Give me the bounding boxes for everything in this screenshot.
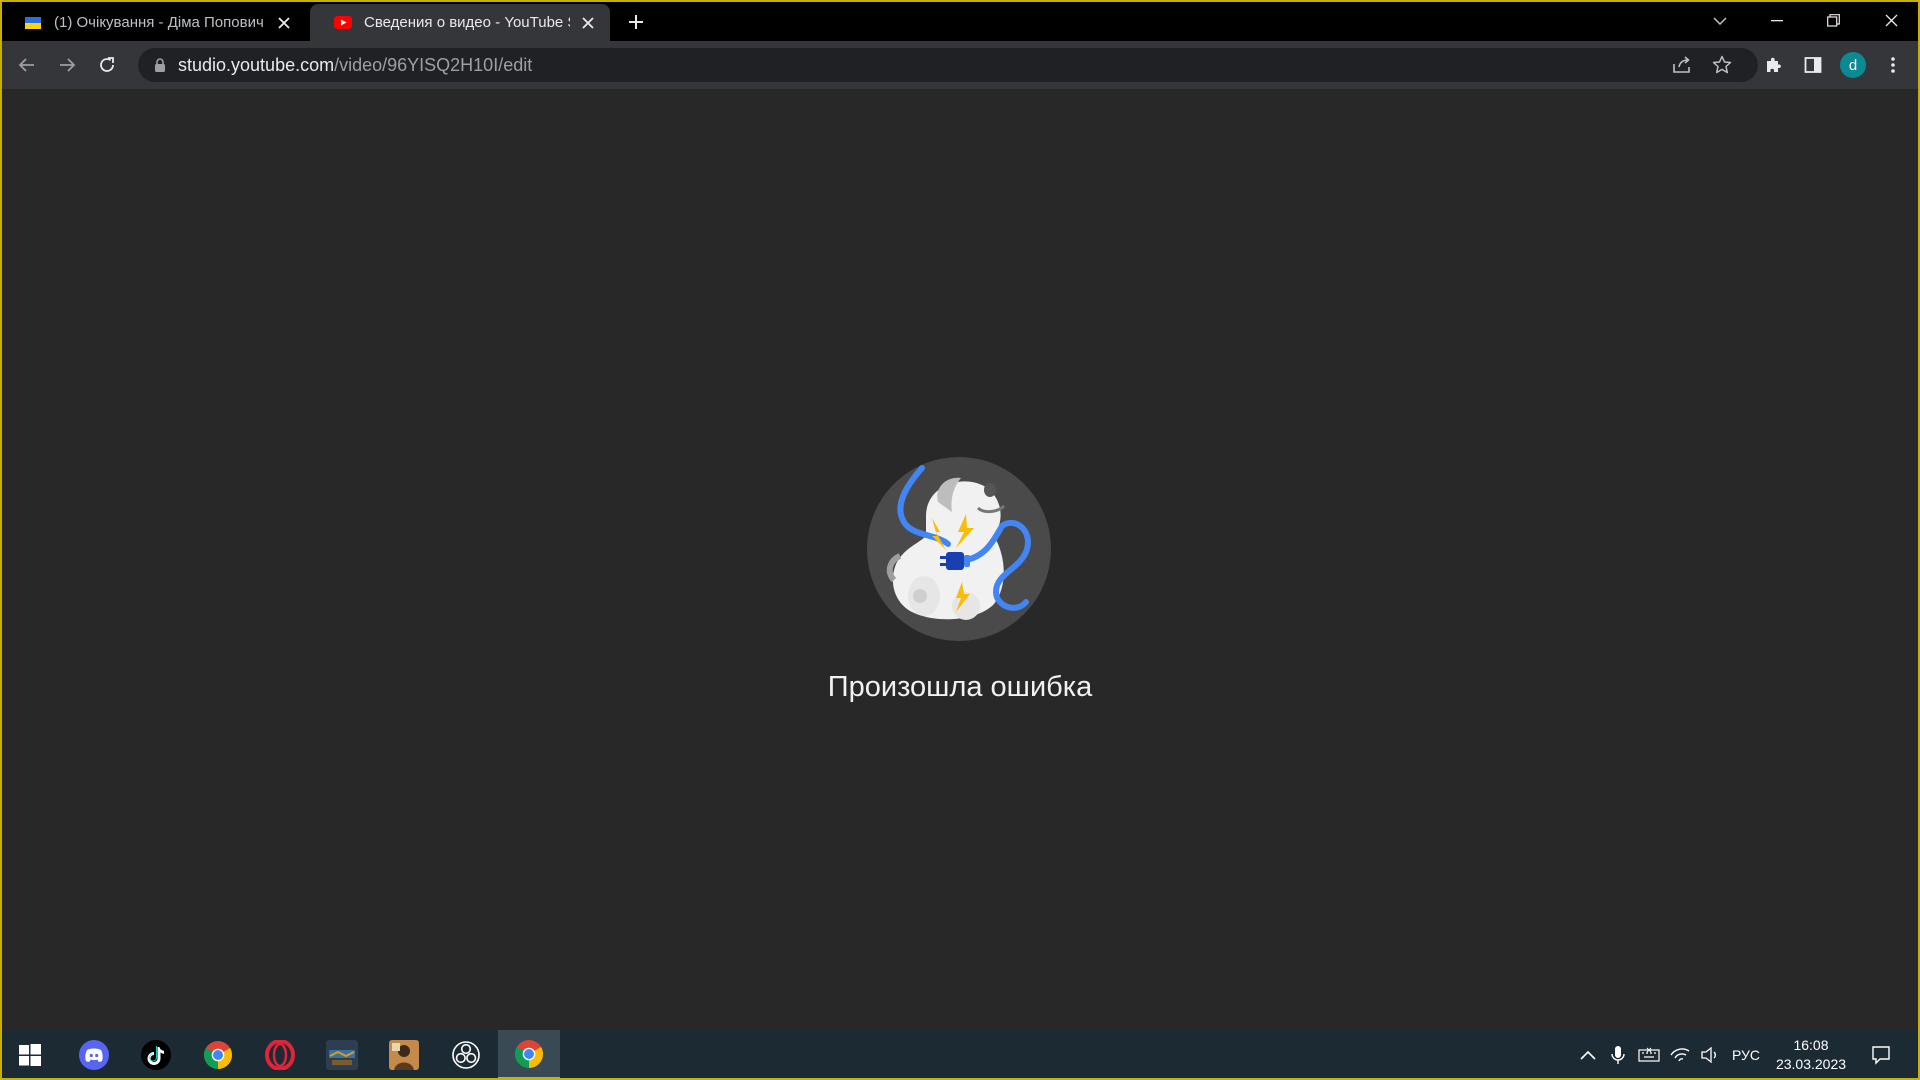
ukraine-flag-icon [24,14,42,32]
microphone-icon[interactable] [1604,1030,1632,1080]
side-panel-icon[interactable] [1798,50,1828,80]
opera-icon[interactable] [252,1030,308,1080]
chrome-icon[interactable] [498,1030,560,1080]
close-tab-icon[interactable] [274,13,294,33]
minimize-icon[interactable] [1754,0,1800,41]
url-path: /video/96YISQ2H10I/edit [334,54,533,75]
profile-avatar[interactable]: d [1840,52,1866,78]
page-content: Произошла ошибка [0,89,1920,1030]
browser-toolbar: studio.youtube.com/video/96YISQ2H10I/edi… [0,41,1920,89]
tiktok-icon[interactable] [128,1030,184,1080]
back-button[interactable] [12,50,42,80]
forward-button[interactable] [52,50,82,80]
discord-icon[interactable] [66,1030,122,1080]
language-indicator[interactable]: РУС [1726,1030,1766,1080]
clock-time: 16:08 [1793,1037,1829,1053]
tab-youtube-studio[interactable]: Сведения о видео - YouTube Studio [310,4,610,41]
tab-search-icon[interactable] [1700,0,1740,41]
notifications-icon[interactable] [1864,1030,1898,1080]
wifi-icon[interactable] [1666,1030,1694,1080]
broken-robot-dog-illustration [867,457,1051,641]
tab-ochikuvannya[interactable]: (1) Очікування - Діма Попович [0,4,306,41]
address-bar[interactable]: studio.youtube.com/video/96YISQ2H10I/edi… [138,48,1758,82]
tab-title: (1) Очікування - Діма Попович [54,14,264,31]
clock-date: 23.03.2023 [1775,1056,1847,1072]
keyboard-icon[interactable] [1634,1030,1664,1080]
error-message: Произошла ошибка [827,671,1093,703]
more-menu-icon[interactable] [1878,50,1908,80]
lock-icon[interactable] [152,57,168,73]
close-tab-icon[interactable] [578,13,598,33]
youtube-icon [334,14,352,32]
volume-icon[interactable] [1696,1030,1724,1080]
url-host: studio.youtube.com [178,54,335,75]
windows-taskbar: РУС 16:08 23.03.2023 [0,1030,1920,1080]
windows-start-icon[interactable] [2,1030,58,1080]
url-text[interactable]: studio.youtube.com/video/96YISQ2H10I/edi… [178,55,532,76]
taskbar-clock[interactable]: 16:08 23.03.2023 [1768,1036,1854,1074]
close-window-icon[interactable] [1868,0,1914,41]
reload-button[interactable] [92,50,122,80]
bookmark-star-icon[interactable] [1710,53,1734,77]
new-tab-button[interactable] [621,7,651,37]
chrome-icon[interactable] [190,1030,246,1080]
restore-icon[interactable] [1810,0,1856,41]
game-icon-2[interactable] [376,1030,432,1080]
game-icon[interactable] [314,1030,370,1080]
chevron-up-icon[interactable] [1574,1030,1602,1080]
extensions-icon[interactable] [1758,50,1788,80]
tab-title: Сведения о видео - YouTube Studio [364,14,570,31]
share-icon[interactable] [1670,53,1694,77]
obs-icon[interactable] [438,1030,494,1080]
tab-strip: (1) Очікування - Діма Попович Сведения о… [0,0,1920,41]
